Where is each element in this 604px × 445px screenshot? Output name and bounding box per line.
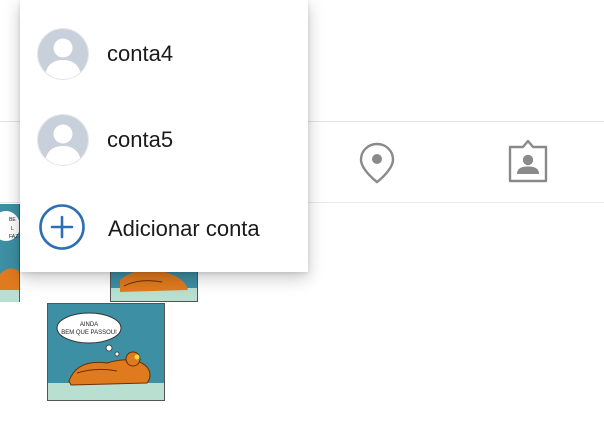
svg-text:BEM QUE PASSOU!: BEM QUE PASSOU! [61, 330, 117, 336]
tagged-person-icon[interactable] [506, 139, 550, 183]
post-thumbnail-1[interactable]: BE L FAZ [0, 204, 20, 302]
account-switcher-menu: conta4 conta5 Adicionar conta [20, 0, 308, 272]
post-thumbnail-3[interactable]: AINDA BEM QUE PASSOU! [47, 303, 165, 401]
svg-text:L: L [11, 226, 14, 232]
account-item-conta5[interactable]: conta5 [20, 97, 308, 183]
account-label: conta5 [107, 127, 174, 152]
svg-text:BE: BE [9, 217, 16, 223]
default-avatar-icon [38, 115, 88, 165]
plus-circle-icon [39, 204, 85, 250]
add-account-label: Adicionar conta [108, 216, 260, 241]
add-account-button[interactable]: Adicionar conta [20, 185, 308, 271]
account-label: conta4 [107, 41, 174, 66]
default-avatar-icon [38, 29, 88, 79]
svg-text:FAZ: FAZ [9, 234, 18, 240]
svg-text:AINDA: AINDA [80, 322, 98, 328]
location-pin-icon[interactable] [358, 142, 396, 184]
account-item-conta4[interactable]: conta4 [20, 11, 308, 97]
